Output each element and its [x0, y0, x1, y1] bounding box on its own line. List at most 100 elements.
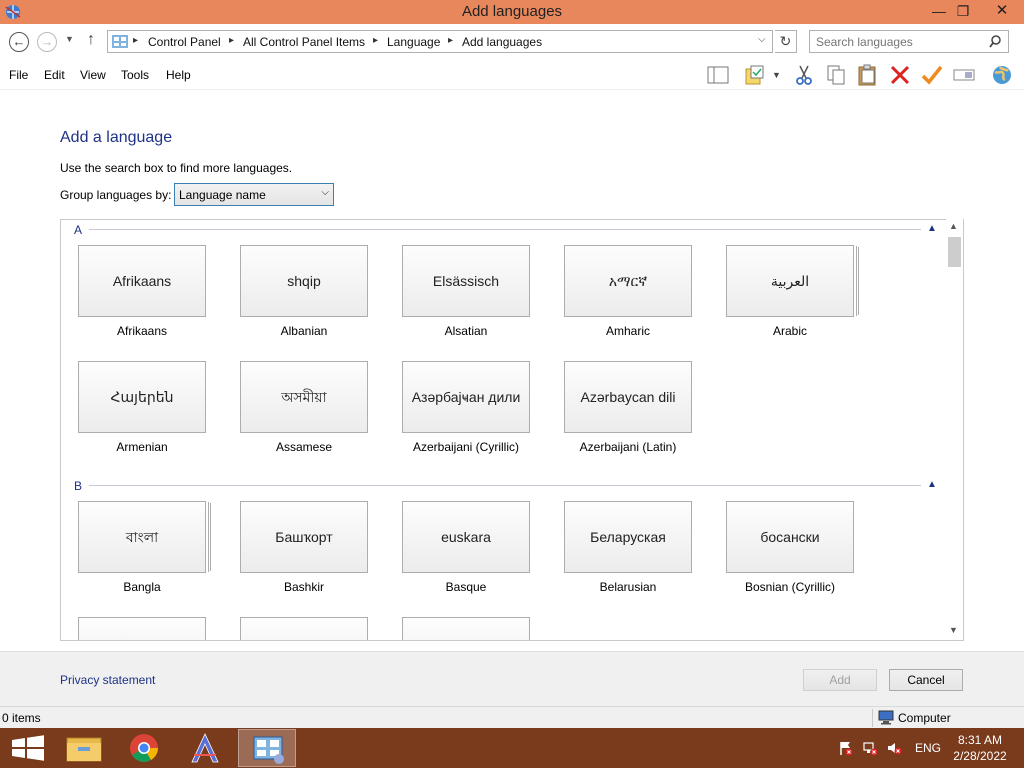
group-divider	[89, 229, 921, 230]
scroll-thumb[interactable]	[948, 237, 961, 267]
language-label: Azerbaijani (Latin)	[579, 440, 677, 454]
delete-icon[interactable]	[888, 64, 912, 86]
language-label: Alsatian	[444, 324, 488, 338]
menu-tools[interactable]: Tools	[121, 68, 149, 82]
language-label: Assamese	[275, 440, 333, 454]
language-tile-azerbaijani-latin[interactable]: Azərbaycan dili	[564, 361, 692, 433]
refresh-button[interactable]: ↻	[775, 30, 797, 53]
language-label: Basque	[445, 580, 487, 594]
scroll-up-icon[interactable]: ▲	[949, 221, 958, 231]
network-icon[interactable]	[862, 740, 878, 756]
location-label: Computer	[898, 711, 951, 725]
language-tile-arabic[interactable]: العربية	[726, 245, 854, 317]
language-label: Azerbaijani (Cyrillic)	[412, 440, 520, 454]
volume-muted-icon[interactable]	[886, 740, 902, 756]
item-count: 0 items	[2, 711, 41, 725]
add-button[interactable]: Add	[803, 669, 877, 691]
collapse-group-b-icon[interactable]: ▲	[927, 479, 937, 490]
forward-button[interactable]: →	[37, 32, 57, 52]
language-tile-basque[interactable]: euskara	[402, 501, 530, 573]
breadcrumb-separator-icon[interactable]: ▸	[373, 35, 378, 46]
group-by-select[interactable]: Language name ⌵	[174, 183, 334, 206]
language-label: Afrikaans	[116, 324, 168, 338]
breadcrumb-all-items[interactable]: All Control Panel Items	[243, 35, 365, 49]
search-icon[interactable]	[988, 34, 1002, 48]
language-tile-bashkir[interactable]: Башҡорт	[240, 501, 368, 573]
search-input[interactable]	[810, 31, 980, 52]
language-tile-azerbaijani-cyrillic[interactable]: Азәрбајҹан дили	[402, 361, 530, 433]
cut-icon[interactable]	[792, 64, 816, 86]
layout-icon[interactable]	[706, 64, 730, 86]
language-tile-albanian[interactable]: shqip	[240, 245, 368, 317]
chevron-down-icon: ⌵	[321, 187, 329, 198]
status-bar: 0 items Computer	[0, 706, 1024, 728]
group-divider	[89, 485, 921, 486]
globe-icon[interactable]	[990, 64, 1014, 86]
address-row: ← → ▼ ↑ ▸ Control Panel ▸ All Control Pa…	[0, 24, 1024, 60]
group-header-b: B	[74, 479, 83, 493]
menu-edit[interactable]: Edit	[44, 68, 65, 82]
taskbar: ENG 8:31 AM 2/28/2022	[0, 728, 1024, 768]
address-bar[interactable]: ▸ Control Panel ▸ All Control Panel Item…	[107, 30, 773, 53]
close-button[interactable]: ✕	[980, 0, 1024, 22]
dialog-footer: Privacy statement Add Cancel	[0, 651, 1024, 706]
action-center-flag-icon[interactable]	[838, 740, 854, 756]
copy-icon[interactable]	[824, 64, 848, 86]
language-label: Belarusian	[599, 580, 657, 594]
search-box[interactable]	[809, 30, 1009, 53]
breadcrumb-add-languages[interactable]: Add languages	[462, 35, 542, 49]
back-button[interactable]: ←	[9, 32, 29, 52]
recent-locations-dropdown[interactable]: ▼	[65, 34, 74, 44]
up-button[interactable]: ↑	[87, 31, 95, 49]
file-explorer-icon[interactable]	[56, 729, 114, 767]
check-icon[interactable]	[920, 64, 944, 86]
chrome-icon[interactable]	[115, 729, 173, 767]
language-tile-armenian[interactable]: Հայերեն	[78, 361, 206, 433]
privacy-statement-link[interactable]: Privacy statement	[60, 673, 155, 687]
language-tile-amharic[interactable]: አማርኛ	[564, 245, 692, 317]
app-launcher-icon[interactable]	[176, 729, 234, 767]
breadcrumb-separator-icon[interactable]: ▸	[133, 35, 138, 46]
language-tile-partial[interactable]	[78, 617, 206, 640]
language-tile-partial[interactable]	[240, 617, 368, 640]
language-tile-bosnian-cyrillic[interactable]: босански	[726, 501, 854, 573]
language-tile-afrikaans[interactable]: Afrikaans	[78, 245, 206, 317]
breadcrumb-separator-icon[interactable]: ▸	[229, 35, 234, 46]
language-tile-partial[interactable]	[402, 617, 530, 640]
language-tile-alsatian[interactable]: Elsässisch	[402, 245, 530, 317]
language-label: Bangla	[123, 580, 161, 594]
clock-date[interactable]: 2/28/2022	[948, 749, 1012, 763]
group-header-a: A	[74, 223, 83, 237]
language-list-scrollbar[interactable]: ▲ ▼	[946, 219, 963, 640]
control-panel-icon	[253, 736, 284, 764]
language-tile-bangla[interactable]: বাংলা	[78, 501, 206, 573]
main-content: Add a language Use the search box to fin…	[0, 91, 1024, 651]
address-history-chevron-icon[interactable]: ⌵	[758, 34, 766, 45]
clock-time[interactable]: 8:31 AM	[948, 733, 1012, 747]
language-tile-assamese[interactable]: অসমীয়া	[240, 361, 368, 433]
breadcrumb-language[interactable]: Language	[387, 35, 440, 49]
menu-view[interactable]: View	[80, 68, 106, 82]
rename-icon[interactable]	[952, 64, 976, 86]
breadcrumb-separator-icon[interactable]: ▸	[448, 35, 453, 46]
collapse-group-a-icon[interactable]: ▲	[927, 223, 937, 234]
menu-file[interactable]: File	[9, 68, 28, 82]
breadcrumb-control-panel[interactable]: Control Panel	[148, 35, 221, 49]
properties-dropdown-icon[interactable]: ▼	[772, 64, 784, 86]
language-list: A ▲ Afrikaans Afrikaans shqip Albanian E…	[60, 219, 964, 641]
control-panel-task[interactable]	[238, 729, 296, 767]
cancel-button[interactable]: Cancel	[889, 669, 963, 691]
page-title: Add a language	[60, 129, 173, 146]
scroll-down-icon[interactable]: ▼	[949, 625, 958, 635]
language-label: Bashkir	[283, 580, 324, 594]
search-hint: Use the search box to find more language…	[60, 161, 293, 175]
language-tile-belarusian[interactable]: Беларуская	[564, 501, 692, 573]
maximize-button[interactable]: ❐	[948, 0, 978, 22]
input-language-indicator[interactable]: ENG	[915, 741, 941, 755]
menu-help[interactable]: Help	[166, 68, 191, 82]
paste-icon[interactable]	[856, 64, 880, 86]
properties-icon[interactable]	[743, 64, 767, 86]
windows-start-icon[interactable]	[0, 729, 58, 767]
status-divider	[872, 709, 873, 727]
control-panel-icon	[112, 35, 128, 48]
